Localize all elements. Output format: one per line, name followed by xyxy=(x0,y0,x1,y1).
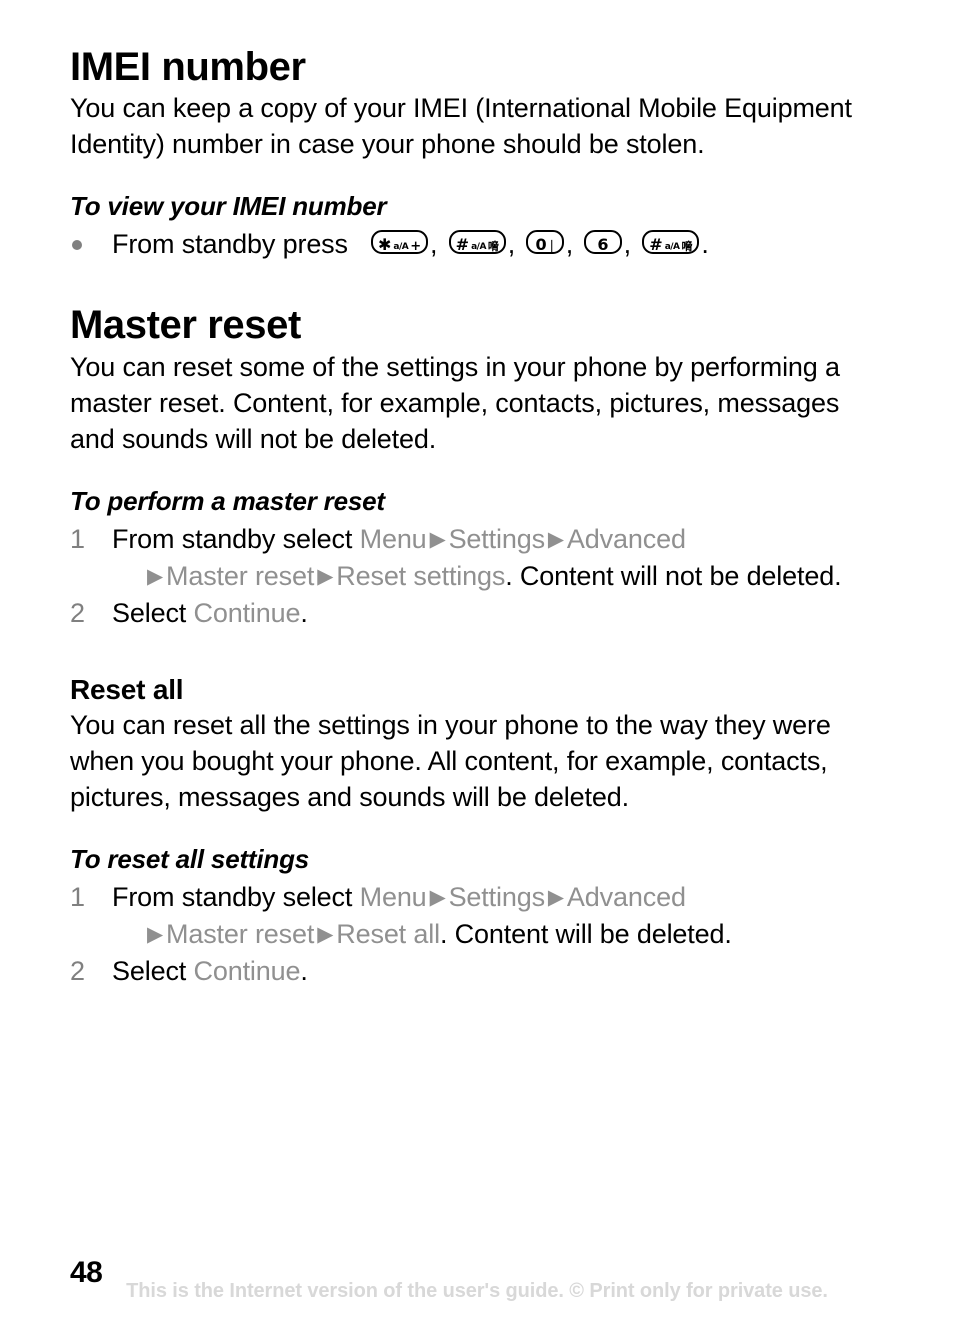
menu-path-item-reset-settings: Reset settings xyxy=(336,560,506,591)
key-sequence: ✱ a/A +, # a/A 嗋, 0 ⏐, 6, # a/A 嗋. xyxy=(348,229,712,259)
list-item: • From standby press ✱a/A+, #a/A嗋, 0⏐, 6… xyxy=(70,226,882,262)
step-lead-text: Select xyxy=(112,597,194,628)
list-item-body: Select Continue. xyxy=(112,595,882,631)
procedure-list-view-imei: • From standby press ✱a/A+, #a/A嗋, 0⏐, 6… xyxy=(70,226,882,262)
procedure-list-perform-master-reset: 1 From standby select Menu ▶ Settings ▶ Adva… xyxy=(70,521,882,631)
list-item: 1 From standby select Menu ▶ Settings ▶ Adva… xyxy=(70,879,882,953)
hash-key-icon: # a/A 嗋 xyxy=(448,230,506,255)
list-item-number: 2 xyxy=(70,956,85,987)
footer-watermark: This is the Internet version of the user… xyxy=(126,1280,828,1302)
key-separator: , xyxy=(429,229,438,260)
procedure-title-perform-master-reset: To perform a master reset xyxy=(70,485,385,516)
section-heading-imei-number: IMEI number xyxy=(70,45,306,89)
step-lead-text: From standby select xyxy=(112,523,360,554)
list-item-body: From standby press ✱ a/A +, # a/A 嗋, 0 ⏐, 6, … xyxy=(112,226,882,262)
page-content: IMEI number You can keep a copy of your … xyxy=(70,46,882,989)
chevron-right-icon: ▶ xyxy=(429,886,446,910)
menu-path-item-reset-all: Reset all xyxy=(336,919,440,950)
zero-key-icon: 0 ⏐ xyxy=(526,230,564,255)
chevron-right-icon: ▶ xyxy=(147,564,163,588)
section-heading-master-reset: Master reset xyxy=(70,303,301,348)
menu-path-item-settings: Settings xyxy=(448,882,546,913)
step-lead-text: From standby select xyxy=(112,882,360,913)
section-paragraph-imei-number: You can keep a copy of your IMEI (Intern… xyxy=(70,93,852,160)
chevron-right-icon: ▶ xyxy=(317,564,334,588)
chevron-right-icon: ▶ xyxy=(147,923,163,947)
step-lead-text: Select xyxy=(112,956,194,987)
star-key-icon: ✱ a/A + xyxy=(370,230,428,255)
list-item-number: 1 xyxy=(70,523,85,554)
list-item-body: From standby select Menu ▶ Settings ▶ Advanc… xyxy=(112,879,882,953)
step-continuation-line: ▶ Master reset ▶ Reset settings. Content wi… xyxy=(112,558,882,595)
menu-path-item-master-reset: Master reset xyxy=(166,560,315,591)
chevron-right-icon: ▶ xyxy=(317,923,334,947)
key-separator: , xyxy=(507,229,516,260)
step-trail-text: . xyxy=(300,597,308,628)
procedure-title-view-imei: To view your IMEI number xyxy=(70,191,387,222)
step-trail-text: . Content will not be deleted. xyxy=(505,560,842,591)
list-item: 2 Select Continue. xyxy=(70,953,882,989)
section-paragraph-reset-all: You can reset all the settings in your p… xyxy=(70,710,831,813)
document-page: IMEI number You can keep a copy of your … xyxy=(0,0,954,1331)
key-separator: , xyxy=(623,229,632,260)
menu-path-item-continue: Continue xyxy=(193,597,301,628)
bullet-icon: • xyxy=(70,226,112,262)
menu-path-item-settings: Settings xyxy=(448,523,546,554)
step-trail-text: . xyxy=(300,956,308,987)
six-key-icon: 6 xyxy=(584,230,622,255)
step-continuation-line: ▶ Master reset ▶ Reset all. Content will be… xyxy=(112,916,882,953)
procedure-title-reset-all-settings: To reset all settings xyxy=(70,844,310,875)
section-paragraph-master-reset: You can reset some of the settings in yo… xyxy=(70,351,840,454)
hash-key-icon: # a/A 嗋 xyxy=(642,230,700,255)
key-terminator: . xyxy=(701,229,709,260)
chevron-right-icon: ▶ xyxy=(547,886,564,910)
list-item-number: 1 xyxy=(70,882,85,913)
list-item: 2 Select Continue. xyxy=(70,595,882,631)
menu-path-item-advanced: Advanced xyxy=(566,523,686,554)
procedure-list-reset-all-settings: 1 From standby select Menu ▶ Settings ▶ Adva… xyxy=(70,879,882,989)
bullet-text: From standby press xyxy=(112,229,348,260)
section-heading-reset-all: Reset all xyxy=(70,673,184,705)
menu-path-item-menu: Menu xyxy=(359,523,427,554)
list-item: 1 From standby select Menu ▶ Settings ▶ Adva… xyxy=(70,521,882,595)
key-separator: , xyxy=(565,229,574,260)
menu-path-item-advanced: Advanced xyxy=(566,882,686,913)
list-item-body: Select Continue. xyxy=(112,953,882,989)
step-trail-text: . Content will be deleted. xyxy=(439,919,732,950)
list-item-number: 2 xyxy=(70,597,85,628)
menu-path-item-continue: Continue xyxy=(193,956,301,987)
menu-path-item-menu: Menu xyxy=(359,882,427,913)
list-item-body: From standby select Menu ▶ Settings ▶ Advanc… xyxy=(112,521,882,595)
chevron-right-icon: ▶ xyxy=(547,527,564,551)
menu-path-item-master-reset: Master reset xyxy=(166,919,315,950)
chevron-right-icon: ▶ xyxy=(429,527,446,551)
